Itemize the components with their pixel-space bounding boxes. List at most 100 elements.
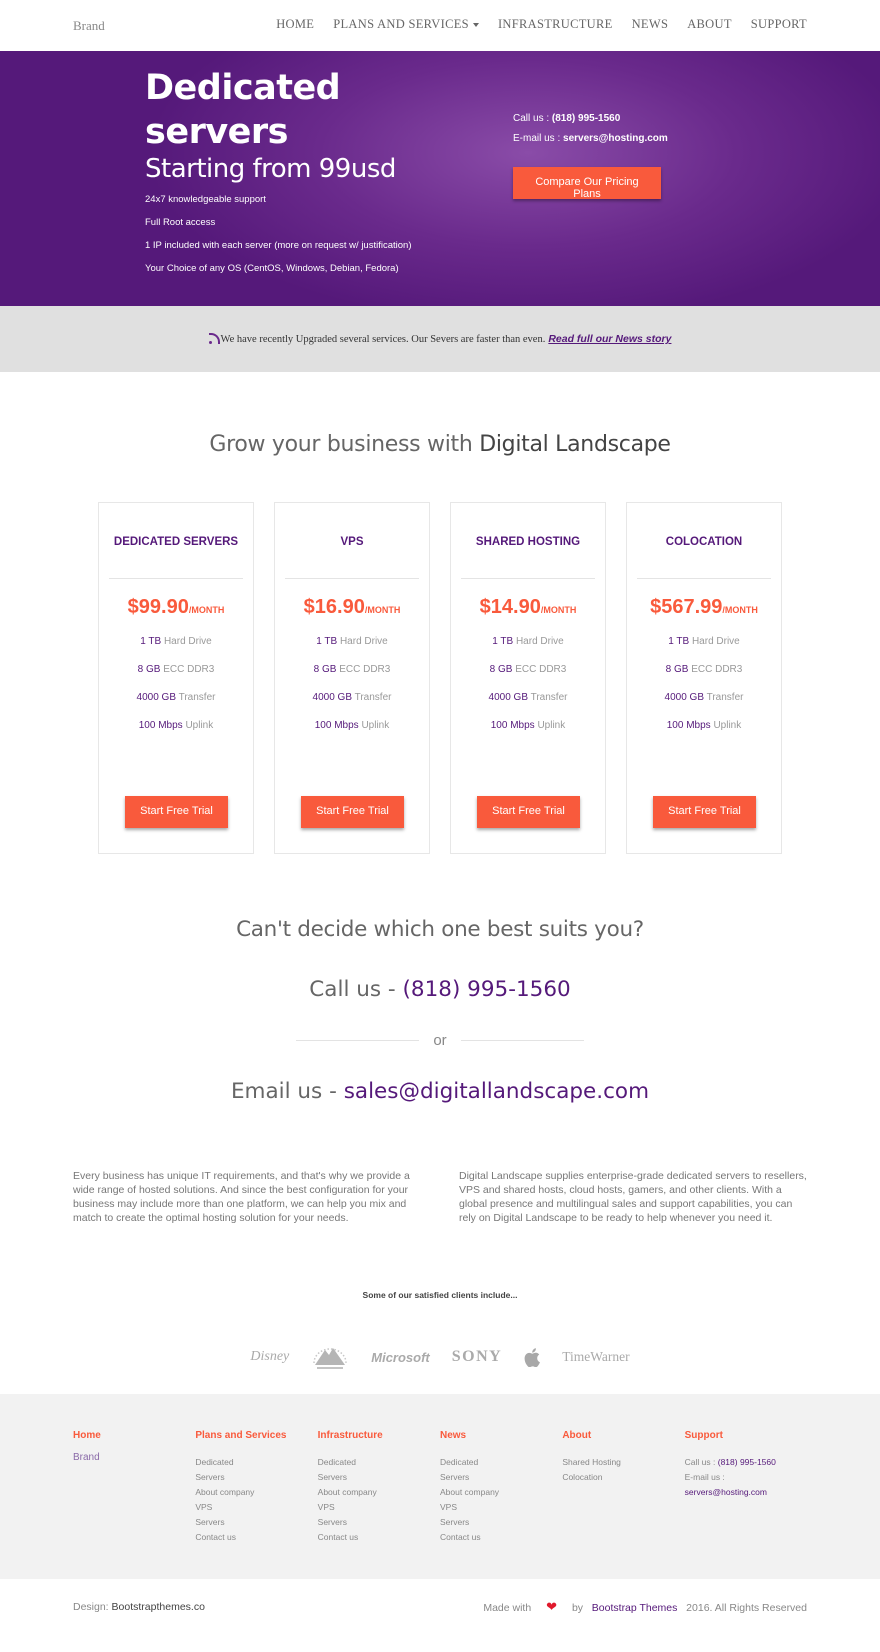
plan-spec: 8 GB ECC DDR3 — [99, 664, 253, 675]
footer-link[interactable]: About company — [195, 1485, 317, 1500]
caret-down-icon — [472, 22, 479, 27]
plan-spec: 8 GB ECC DDR3 — [451, 664, 605, 675]
nav-infrastructure[interactable]: INFRASTRUCTURE — [498, 17, 613, 32]
spec-label: ECC DDR3 — [515, 664, 567, 675]
footer-col-news: News Dedicated Servers About company VPS… — [440, 1430, 562, 1579]
spec-label: Transfer — [706, 692, 744, 703]
nav-plans-and-services[interactable]: PLANS AND SERVICES — [333, 17, 479, 32]
footer-link[interactable]: Contact us — [318, 1530, 440, 1545]
plan-spec: 100 Mbps Uplink — [451, 720, 605, 731]
footer-email-link[interactable]: servers@hosting.com — [685, 1487, 767, 1497]
spec-value: 100 Mbps — [490, 720, 535, 731]
divider-line — [296, 1040, 420, 1041]
spec-label: Uplink — [713, 720, 742, 731]
spec-value: 8 GB — [489, 664, 513, 675]
footer-link[interactable]: About company — [440, 1485, 562, 1500]
call-phone-link[interactable]: (818) 995-1560 — [403, 977, 571, 1002]
spec-value: 1 TB — [316, 636, 338, 647]
spec-label: Transfer — [178, 692, 216, 703]
footer-link[interactable]: VPS — [318, 1500, 440, 1515]
design-label: Design: — [73, 1600, 109, 1613]
plan-spec: 1 TB Hard Drive — [451, 636, 605, 647]
spec-value: 4000 GB — [136, 692, 176, 703]
footer-link[interactable]: VPS — [440, 1500, 562, 1515]
heart-icon: ❤ — [546, 1598, 558, 1614]
plan-spec: 1 TB Hard Drive — [627, 636, 781, 647]
divider — [637, 578, 771, 579]
hero-email: E-mail us : servers@hosting.com — [513, 133, 668, 144]
spec-label: Uplink — [361, 720, 390, 731]
plan-spec: 4000 GB Transfer — [275, 692, 429, 703]
divider-line — [460, 1040, 584, 1041]
hero-contact: Call us : (818) 995-1560 E-mail us : ser… — [513, 113, 668, 200]
start-free-trial-button[interactable]: Start Free Trial — [477, 796, 580, 828]
footer-link[interactable]: Servers — [440, 1515, 562, 1530]
design-link[interactable]: Bootstrapthemes.co — [112, 1601, 205, 1613]
email-link[interactable]: sales@digitallandscape.com — [344, 1079, 649, 1104]
call-us: Call us - (818) 995-1560 — [0, 977, 880, 1002]
footer-link[interactable]: Servers — [195, 1470, 317, 1485]
plan-spec: 100 Mbps Uplink — [275, 720, 429, 731]
footer-link[interactable]: Contact us — [440, 1530, 562, 1545]
email-prefix: Email us - — [230, 1079, 337, 1104]
start-free-trial-button[interactable]: Start Free Trial — [653, 796, 756, 828]
footer-brand-link[interactable]: Brand — [73, 1452, 195, 1463]
footer-link[interactable]: Dedicated — [195, 1455, 317, 1470]
made-with-label: Made with — [483, 1601, 532, 1614]
hero-feature: Full Root access — [145, 216, 216, 228]
plan-spec: 1 TB Hard Drive — [99, 636, 253, 647]
start-free-trial-button[interactable]: Start Free Trial — [125, 796, 228, 828]
footer-link[interactable]: Colocation — [562, 1470, 684, 1485]
plan-spec: 8 GB ECC DDR3 — [275, 664, 429, 675]
footer-heading[interactable]: Plans and Services — [195, 1430, 317, 1441]
footer-phone-link[interactable]: (818) 995-1560 — [718, 1457, 776, 1467]
footer-link[interactable]: VPS — [195, 1500, 317, 1515]
footer-link[interactable]: Servers — [318, 1470, 440, 1485]
footer-link[interactable]: Shared Hosting — [562, 1455, 684, 1470]
start-free-trial-button[interactable]: Start Free Trial — [301, 796, 404, 828]
hero-call-value[interactable]: (818) 995-1560 — [552, 113, 620, 124]
plan-price: $16.90/MONTH — [275, 596, 429, 619]
news-story-link[interactable]: Read full our News story — [548, 333, 671, 345]
bottom-bar: Design: Bootstrapthemes.co Made with ❤ b… — [0, 1579, 880, 1634]
footer-link[interactable]: Contact us — [195, 1530, 317, 1545]
email-us: Email us - sales@digitallandscape.com — [0, 1079, 880, 1104]
spec-value: 1 TB — [668, 636, 690, 647]
footer-heading[interactable]: About — [562, 1430, 684, 1441]
divider — [285, 578, 419, 579]
nav-news[interactable]: NEWS — [632, 17, 669, 32]
plan-spec: 4000 GB Transfer — [99, 692, 253, 703]
compare-pricing-button[interactable]: Compare Our Pricing Plans — [513, 167, 661, 200]
spec-label: Hard Drive — [691, 636, 740, 647]
plan-title: DEDICATED SERVERS — [113, 536, 239, 548]
footer-link[interactable]: Dedicated — [440, 1455, 562, 1470]
footer-link[interactable]: Dedicated — [318, 1455, 440, 1470]
footer-heading[interactable]: Support — [685, 1430, 807, 1441]
nav-home[interactable]: HOME — [276, 17, 314, 32]
spec-value: 8 GB — [137, 664, 161, 675]
or-label: or — [433, 1032, 447, 1049]
footer-link[interactable]: About company — [318, 1485, 440, 1500]
footer-heading[interactable]: News — [440, 1430, 562, 1441]
nav-support[interactable]: SUPPORT — [751, 17, 807, 32]
timewarner-logo: TimeWarner — [562, 1349, 630, 1365]
plan-price: $567.99/MONTH — [627, 596, 781, 619]
by-label: by — [571, 1601, 584, 1614]
footer-heading[interactable]: Infrastructure — [318, 1430, 440, 1441]
bootstrap-themes-link[interactable]: Bootstrap Themes — [592, 1602, 678, 1614]
hero-email-value[interactable]: servers@hosting.com — [563, 133, 668, 144]
price-amount: $99.90 — [127, 596, 189, 618]
call-label: Call us : — [684, 1457, 716, 1468]
spec-label: ECC DDR3 — [691, 664, 743, 675]
footer-link[interactable]: Servers — [195, 1515, 317, 1530]
price-period: /MONTH — [722, 605, 758, 615]
price-period: /MONTH — [540, 605, 577, 615]
footer-link[interactable]: Servers — [440, 1470, 562, 1485]
footer-link[interactable]: Servers — [318, 1515, 440, 1530]
plan-spec: 100 Mbps Uplink — [99, 720, 253, 731]
hero-feature: 24x7 knowledgeable support — [145, 194, 266, 206]
copyright: 2016. All Rights Reserved — [686, 1601, 807, 1614]
footer-heading[interactable]: Home — [73, 1430, 195, 1441]
nav-about[interactable]: ABOUT — [687, 17, 732, 32]
brand-link[interactable]: Brand — [73, 18, 105, 34]
